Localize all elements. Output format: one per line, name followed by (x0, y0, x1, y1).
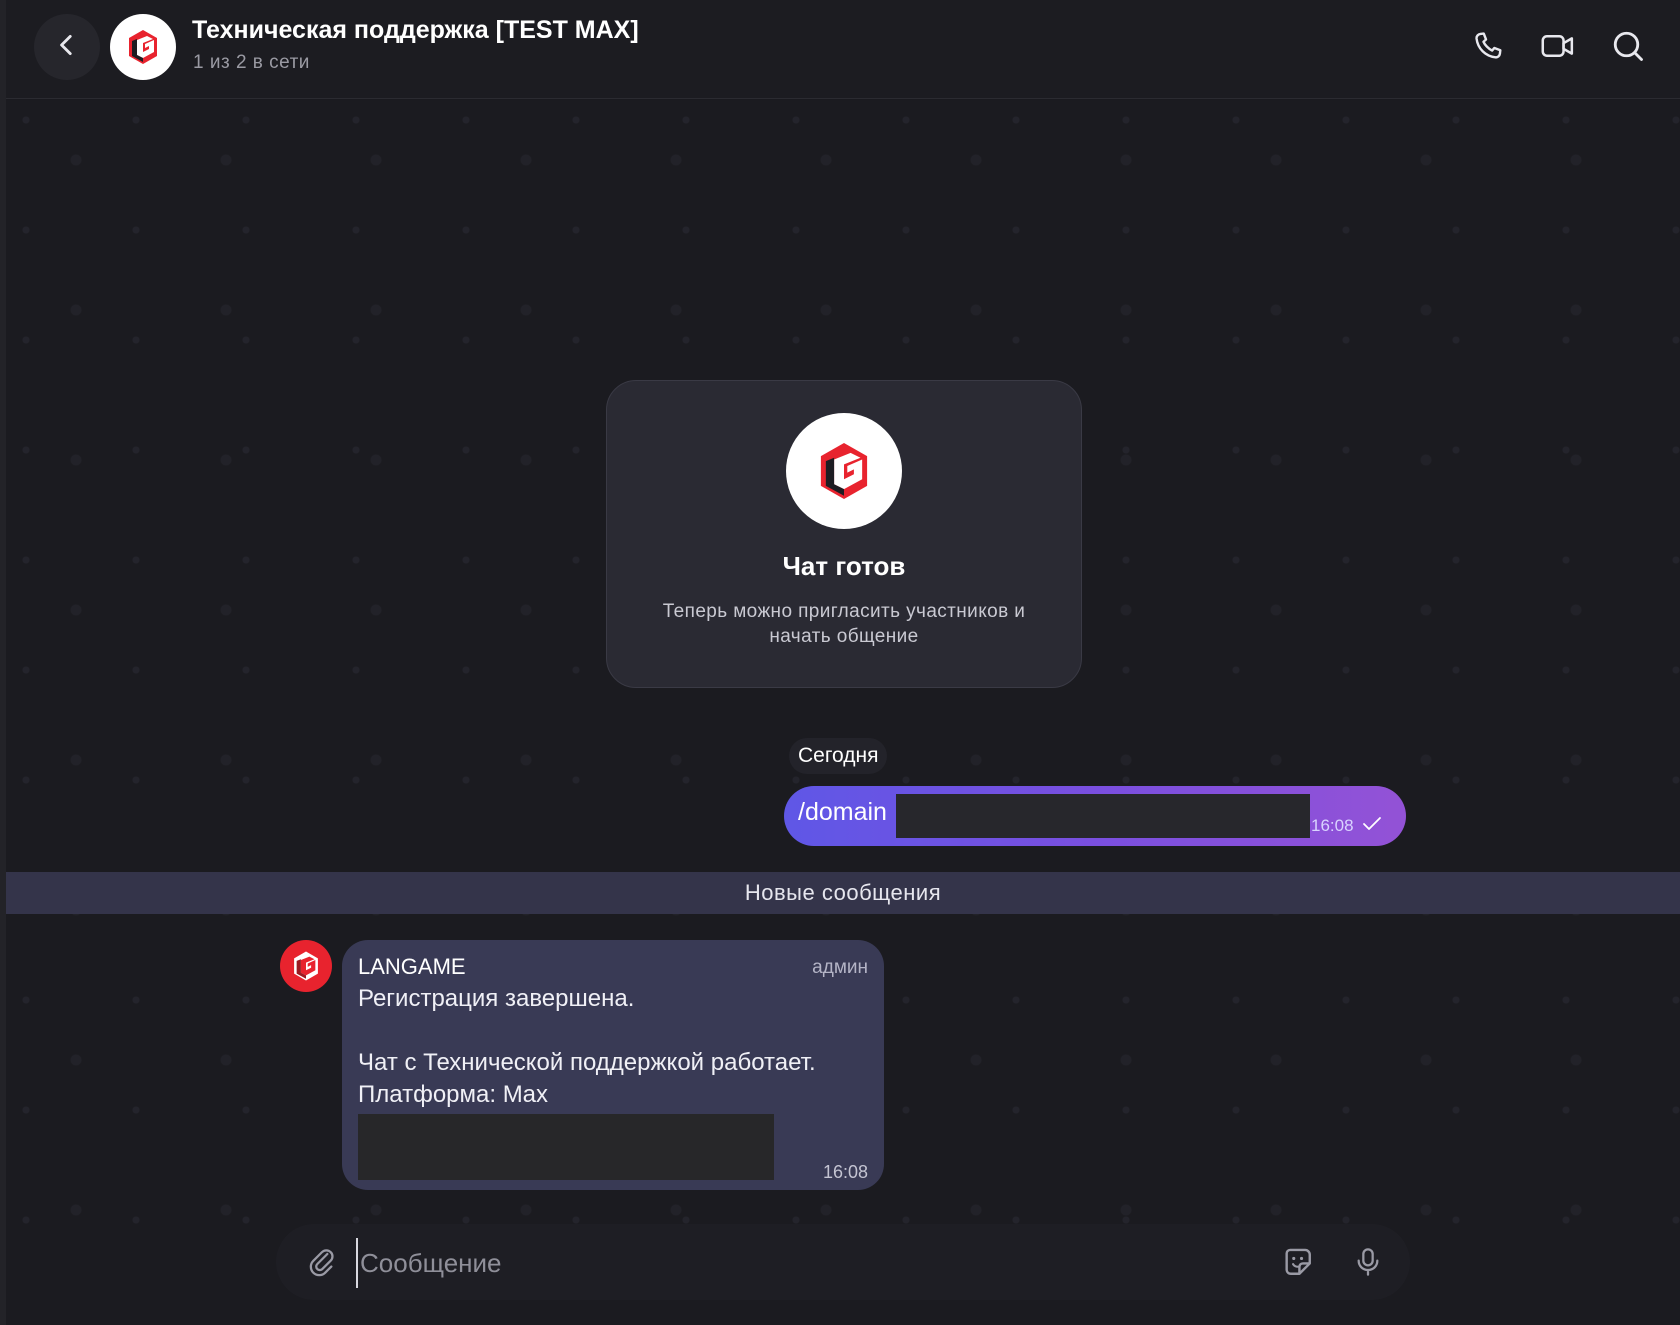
back-button[interactable] (34, 14, 100, 80)
chat-header: Техническая поддержка [TEST MAX] 1 из 2 … (6, 0, 1680, 99)
sender-avatar[interactable] (280, 940, 332, 992)
voice-message-button[interactable] (1346, 1240, 1390, 1284)
message-input[interactable] (356, 1238, 1262, 1288)
chat-ready-avatar (786, 413, 902, 529)
message-time: 16:08 (1311, 816, 1354, 835)
microphone-icon (1357, 1248, 1379, 1276)
sender-name[interactable]: LANGAME (358, 954, 466, 980)
video-icon (1541, 35, 1574, 57)
langame-logo-icon (820, 442, 868, 500)
attach-button[interactable] (300, 1240, 344, 1284)
attach-icon (309, 1249, 334, 1277)
search-icon (1613, 31, 1643, 61)
phone-icon (1475, 32, 1502, 59)
redacted-block (896, 794, 1310, 838)
sticker-button[interactable] (1276, 1240, 1320, 1284)
sent-check-icon (1363, 817, 1381, 830)
chat-ready-text: Теперь можно пригласить участников и нач… (662, 601, 1026, 647)
chat-title: Техническая поддержка [TEST MAX] (192, 16, 639, 44)
back-icon (54, 32, 80, 63)
sticker-icon (1285, 1248, 1311, 1275)
chat-ready-title: Чат готов (782, 551, 906, 581)
video-call-button[interactable] (1536, 24, 1580, 68)
message-text: /domain (798, 798, 887, 826)
search-button[interactable] (1606, 24, 1650, 68)
message-composer (276, 1224, 1410, 1300)
chat-online-status: 1 из 2 в сети (193, 52, 310, 73)
langame-logo-icon (294, 951, 318, 981)
chat-ready-card: Чат готов Теперь можно пригласить участн… (606, 380, 1082, 688)
outgoing-message[interactable]: /domain 16:08 (784, 786, 1406, 846)
chat-avatar[interactable] (110, 14, 176, 80)
redacted-block (358, 1114, 774, 1180)
incoming-message[interactable]: LANGAME админ Регистрация завершена. Чат… (342, 940, 884, 1190)
message-time: 16:08 (822, 1162, 868, 1182)
sender-role: админ (812, 957, 868, 978)
new-messages-divider: Новые сообщения (6, 872, 1680, 914)
date-separator: Сегодня (789, 738, 888, 774)
call-button[interactable] (1466, 24, 1510, 68)
langame-logo-icon (129, 30, 157, 64)
message-text: Регистрация завершена. Чат с Технической… (358, 985, 816, 1108)
